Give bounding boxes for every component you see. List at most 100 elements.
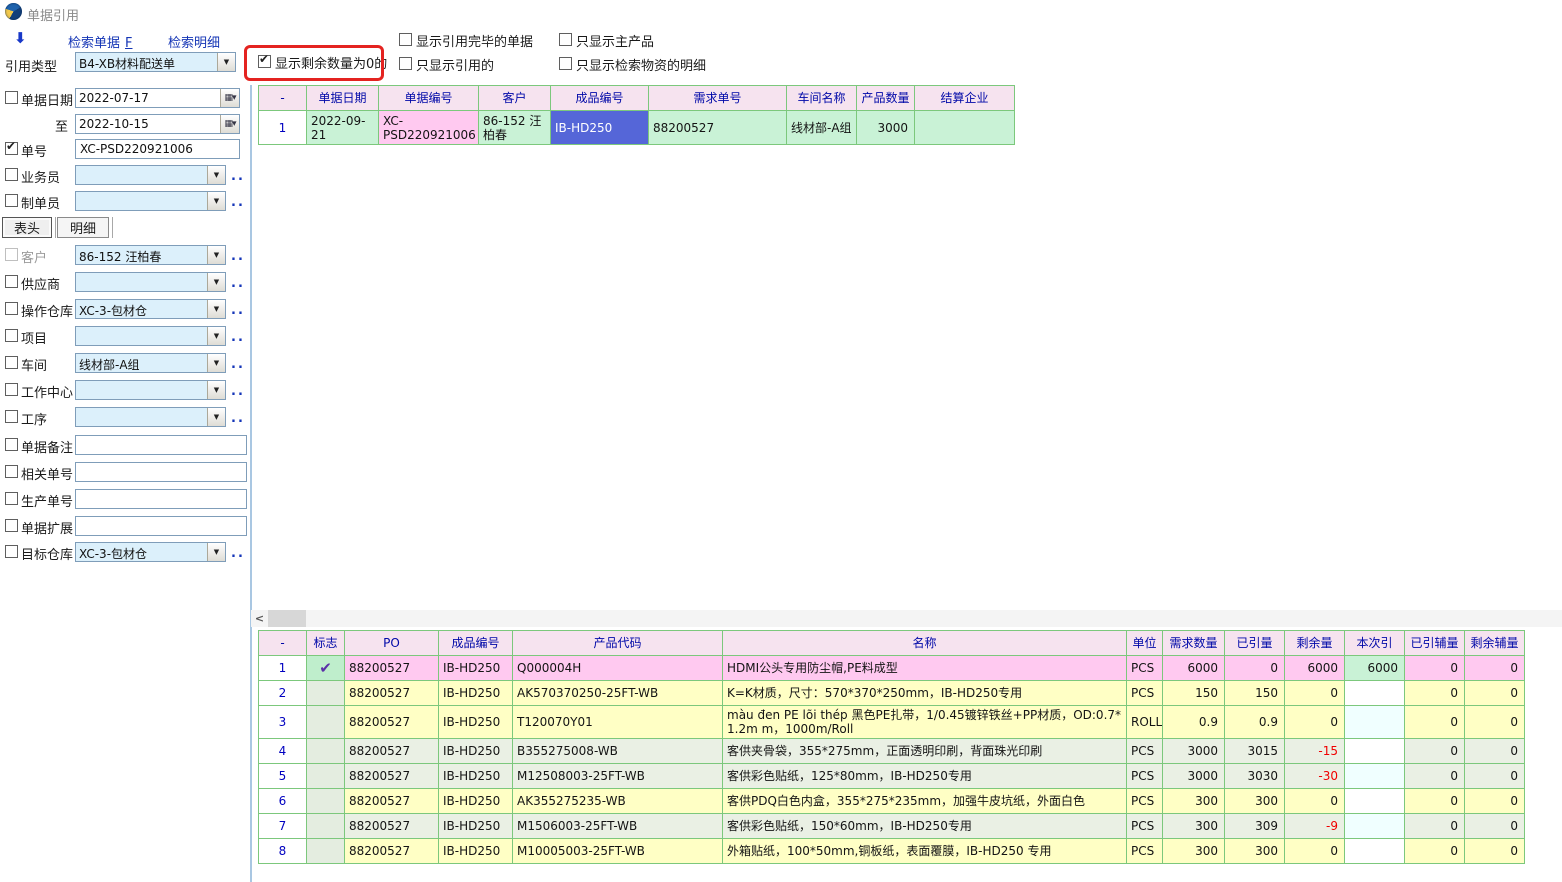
filter-combobox[interactable]: ▼ — [75, 165, 226, 185]
dropdown-arrow-icon[interactable]: ▼ — [207, 408, 225, 426]
calendar-dropdown-icon[interactable]: ▦▾ — [220, 89, 239, 107]
option-checkbox[interactable] — [399, 57, 412, 70]
cell-product[interactable]: IB-HD250 — [439, 739, 513, 764]
cell-product[interactable]: IB-HD250 — [439, 706, 513, 739]
option-checkbox[interactable] — [399, 33, 412, 46]
cell-demand[interactable]: 0.9 — [1163, 706, 1225, 739]
column-header[interactable]: - — [259, 86, 307, 111]
cell-remain_aux[interactable]: 0 — [1465, 656, 1525, 681]
calendar-dropdown-icon[interactable]: ▦▾ — [220, 115, 239, 133]
cell-seq[interactable]: 2 — [259, 681, 307, 706]
browse-dots-button[interactable]: .. — [231, 276, 245, 291]
text-input[interactable]: XC-PSD220921006 — [75, 139, 240, 159]
cell-demand[interactable]: 150 — [1163, 681, 1225, 706]
column-header[interactable]: 名称 — [723, 631, 1127, 656]
filter-checkbox[interactable] — [5, 465, 18, 478]
cell-unit[interactable]: PCS — [1127, 839, 1163, 864]
horizontal-scrollbar[interactable]: < — [251, 610, 1562, 627]
filter-checkbox[interactable] — [5, 302, 18, 315]
cell-po[interactable]: 88200527 — [345, 839, 439, 864]
ref-type-combobox[interactable]: B4-XB材料配送单 ▼ — [75, 52, 236, 72]
download-arrow-icon[interactable]: ⬇ — [14, 29, 27, 47]
column-header[interactable]: 剩余量 — [1285, 631, 1345, 656]
cell-po[interactable]: 88200527 — [345, 814, 439, 839]
browse-dots-button[interactable]: .. — [231, 411, 245, 426]
cell-remain_aux[interactable]: 0 — [1465, 814, 1525, 839]
filter-checkbox[interactable] — [5, 438, 18, 451]
cell-name[interactable]: K=K材质，尺寸：570*370*250mm，IB-HD250专用 — [723, 681, 1127, 706]
cell-remain_aux[interactable]: 0 — [1465, 739, 1525, 764]
filter-checkbox[interactable] — [5, 410, 18, 423]
cell-demand[interactable]: 6000 — [1163, 656, 1225, 681]
cell-po[interactable]: 88200527 — [345, 789, 439, 814]
combobox-value[interactable] — [76, 273, 207, 291]
dropdown-arrow-icon[interactable]: ▼ — [207, 192, 225, 210]
combobox-value[interactable] — [76, 408, 207, 426]
combobox-value[interactable] — [76, 166, 207, 184]
filter-combobox[interactable]: ▼ — [75, 326, 226, 346]
cell-seq[interactable]: 5 — [259, 764, 307, 789]
filter-combobox[interactable]: 线材部-A组▼ — [75, 353, 226, 373]
column-header[interactable]: 剩余辅量 — [1465, 631, 1525, 656]
filter-combobox[interactable]: ▼ — [75, 191, 226, 211]
cell-unit[interactable]: PCS — [1127, 789, 1163, 814]
combobox-value[interactable]: 86-152 汪柏春 — [76, 246, 207, 264]
cell-seq[interactable]: 6 — [259, 789, 307, 814]
scroll-left-icon[interactable]: < — [251, 610, 268, 627]
cell-demand[interactable]: 3000 — [1163, 739, 1225, 764]
cell-current[interactable] — [1345, 764, 1405, 789]
filter-checkbox[interactable] — [5, 248, 18, 261]
cell-po[interactable]: 88200527 — [345, 764, 439, 789]
filter-combobox[interactable]: 86-152 汪柏春▼ — [75, 245, 226, 265]
cell-ref_aux[interactable]: 0 — [1405, 764, 1465, 789]
cell-name[interactable]: 客供夹骨袋，355*275mm，正面透明印刷，背面珠光印刷 — [723, 739, 1127, 764]
column-header[interactable]: 成品编号 — [439, 631, 513, 656]
filter-combobox[interactable]: XC-3-包材仓▼ — [75, 299, 226, 319]
cell-unit[interactable]: PCS — [1127, 681, 1163, 706]
cell-code[interactable]: T120070Y01 — [513, 706, 723, 739]
cell-current[interactable]: 6000 — [1345, 656, 1405, 681]
cell-name[interactable]: 客供PDQ白色内盒，355*275*235mm，加强牛皮坑纸，外面白色 — [723, 789, 1127, 814]
browse-dots-button[interactable]: .. — [231, 169, 245, 184]
cell-remaining[interactable]: -9 — [1285, 814, 1345, 839]
column-header[interactable]: 结算企业 — [915, 86, 1015, 111]
scrollbar-thumb[interactable] — [268, 610, 306, 627]
filter-combobox[interactable]: ▼ — [75, 272, 226, 292]
cell-product[interactable]: IB-HD250 — [439, 656, 513, 681]
filter-checkbox[interactable] — [5, 275, 18, 288]
dropdown-arrow-icon[interactable]: ▼ — [207, 166, 225, 184]
combobox-value[interactable]: XC-3-包材仓 — [76, 300, 207, 318]
text-input[interactable] — [75, 435, 247, 455]
browse-dots-button[interactable]: .. — [231, 384, 245, 399]
filter-combobox[interactable]: ▼ — [75, 407, 226, 427]
filter-checkbox[interactable] — [5, 91, 18, 104]
cell-code[interactable]: AK570370250-25FT-WB — [513, 681, 723, 706]
cell-po[interactable]: 88200527 — [345, 681, 439, 706]
cell-product[interactable]: IB-HD250 — [439, 839, 513, 864]
combobox-value[interactable] — [76, 192, 207, 210]
option-checkbox[interactable]: ✔ — [258, 55, 271, 68]
column-header[interactable]: 产品代码 — [513, 631, 723, 656]
tab-header[interactable]: 表头 — [2, 217, 52, 238]
cell-product[interactable]: IB-HD250 — [439, 764, 513, 789]
column-header[interactable]: 标志 — [307, 631, 345, 656]
cell-ref_aux[interactable]: 0 — [1405, 839, 1465, 864]
cell-name[interactable]: màu đen PE lõi thép 黑色PE扎带，1/0.45镀锌铁丝+PP… — [723, 706, 1127, 739]
cell-product[interactable]: IB-HD250 — [551, 111, 649, 145]
date-input[interactable]: 2022-07-17▦▾ — [75, 88, 240, 108]
dropdown-arrow-icon[interactable]: ▼ — [207, 381, 225, 399]
cell-code[interactable]: M12508003-25FT-WB — [513, 764, 723, 789]
cell-referenced[interactable]: 309 — [1225, 814, 1285, 839]
cell-ref_aux[interactable]: 0 — [1405, 789, 1465, 814]
column-header[interactable]: PO — [345, 631, 439, 656]
column-header[interactable]: - — [259, 631, 307, 656]
cell-ref_aux[interactable]: 0 — [1405, 656, 1465, 681]
cell-flag[interactable] — [307, 814, 345, 839]
cell-remain_aux[interactable]: 0 — [1465, 681, 1525, 706]
cell-referenced[interactable]: 0 — [1225, 656, 1285, 681]
cell-remain_aux[interactable]: 0 — [1465, 706, 1525, 739]
cell-referenced[interactable]: 300 — [1225, 839, 1285, 864]
browse-dots-button[interactable]: .. — [231, 249, 245, 264]
cell-flag[interactable]: ✔ — [307, 656, 345, 681]
cell-product[interactable]: IB-HD250 — [439, 789, 513, 814]
